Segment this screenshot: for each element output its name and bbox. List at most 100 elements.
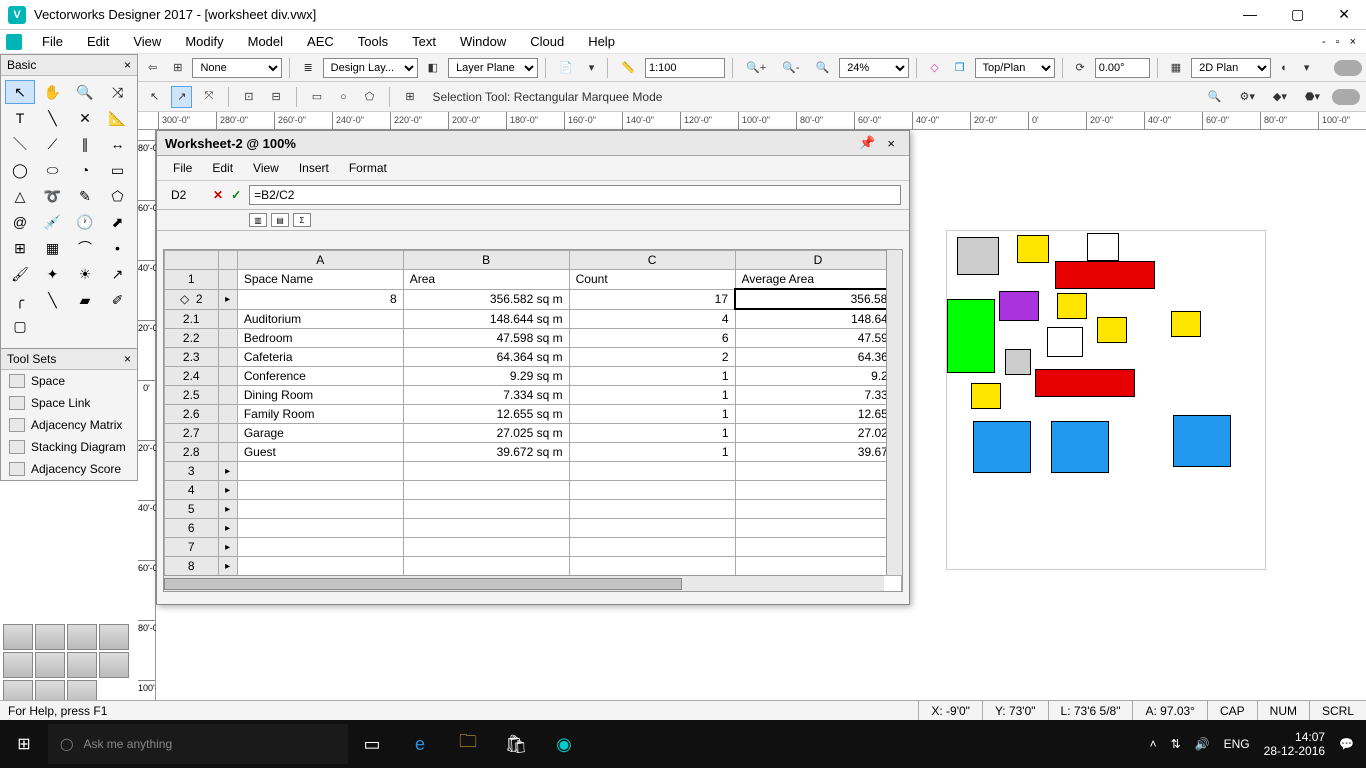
space-shape[interactable] xyxy=(973,421,1031,473)
cell[interactable]: 39.672 sq m xyxy=(403,443,569,462)
render-3-icon[interactable] xyxy=(67,624,97,650)
tray-lang[interactable]: ENG xyxy=(1224,737,1250,751)
row-header[interactable]: 2.3 xyxy=(165,348,219,367)
ws-hscrollbar[interactable] xyxy=(164,575,884,591)
row-header[interactable]: 2.6 xyxy=(165,405,219,424)
fillet-tool-icon[interactable]: ╭ xyxy=(5,288,35,312)
cell[interactable]: Conference xyxy=(237,367,403,386)
expand-icon[interactable]: ▸ xyxy=(218,289,237,309)
toolset-stacking-diagram[interactable]: Stacking Diagram xyxy=(1,436,137,458)
expand-icon[interactable]: ▸ xyxy=(218,500,237,519)
col-header[interactable]: D xyxy=(735,251,901,270)
line2-tool-icon[interactable]: ＼ xyxy=(5,132,35,156)
cell[interactable]: 356.582 sq m xyxy=(403,289,569,309)
class-select[interactable]: None xyxy=(192,58,282,78)
search-tool-icon[interactable]: 🔍 xyxy=(1202,86,1228,108)
plane-icon[interactable]: ◧ xyxy=(422,57,444,79)
menu-text[interactable]: Text xyxy=(402,31,446,52)
cell[interactable]: Dining Room xyxy=(237,386,403,405)
mode-6-icon[interactable]: ▭ xyxy=(306,86,328,108)
grid-tool-icon[interactable]: ▦ xyxy=(38,236,68,260)
tray-network-icon[interactable]: ⇅ xyxy=(1171,737,1181,751)
clock-tool-icon[interactable]: 🕐 xyxy=(70,210,100,234)
zoom-select[interactable]: 24% xyxy=(839,58,909,78)
ellipse-tool-icon[interactable]: ⬭ xyxy=(38,158,68,182)
store-icon[interactable]: 🛍 xyxy=(492,720,540,768)
chamfer-tool-icon[interactable]: ╲ xyxy=(38,288,68,312)
toolset-space[interactable]: Space xyxy=(1,370,137,392)
mode-2-icon[interactable]: ↗ xyxy=(171,86,192,108)
tray-notifications-icon[interactable]: 💬 xyxy=(1339,737,1354,751)
cell[interactable]: 12.655 xyxy=(735,405,901,424)
expand-icon[interactable]: ▸ xyxy=(218,481,237,500)
freehand-tool-icon[interactable]: ✎ xyxy=(70,184,100,208)
menu-window[interactable]: Window xyxy=(450,31,516,52)
row-header[interactable]: 7 xyxy=(165,538,219,557)
mode-7-icon[interactable]: ○ xyxy=(334,86,353,108)
space-shape[interactable] xyxy=(1171,311,1201,337)
space-shape[interactable] xyxy=(1173,415,1231,467)
text-tool-icon[interactable]: T xyxy=(5,106,35,130)
cell[interactable]: 27.025 xyxy=(735,424,901,443)
row-header[interactable]: 2.5 xyxy=(165,386,219,405)
cursor2-tool-icon[interactable]: ⬈ xyxy=(103,210,133,234)
eyedropper-tool-icon[interactable]: 💉 xyxy=(38,210,68,234)
ws-menu-edit[interactable]: Edit xyxy=(204,159,241,177)
toggle-pill[interactable] xyxy=(1334,60,1362,76)
space-shape[interactable] xyxy=(1047,327,1083,357)
cell[interactable]: 2 xyxy=(569,348,735,367)
row-header[interactable]: ◇ 2 xyxy=(165,289,219,309)
menu-tools[interactable]: Tools xyxy=(348,31,398,52)
edge-icon[interactable]: e xyxy=(396,720,444,768)
toolset-adjacency-matrix[interactable]: Adjacency Matrix xyxy=(1,414,137,436)
angle-icon[interactable]: ⟳ xyxy=(1070,57,1091,79)
polygon-tool-icon[interactable]: ⬠ xyxy=(103,184,133,208)
measure-tool-icon[interactable]: 📐 xyxy=(103,106,133,130)
snap-button[interactable]: ⊞ xyxy=(167,57,188,79)
expand-icon[interactable]: ▸ xyxy=(218,462,237,481)
worksheet-grid[interactable]: ABCD1Space NameAreaCountAverage Area◇ 2▸… xyxy=(163,249,903,592)
basic-palette-close-icon[interactable]: × xyxy=(124,58,131,72)
mode-3-icon[interactable]: ⤧ xyxy=(198,86,219,108)
flyover-tool-icon[interactable]: ⤨ xyxy=(103,80,133,104)
cell[interactable]: 1 xyxy=(569,386,735,405)
ws-vscrollbar[interactable] xyxy=(886,250,902,575)
formula-input[interactable] xyxy=(249,185,901,205)
col-header[interactable]: B xyxy=(403,251,569,270)
row-header[interactable]: 1 xyxy=(165,270,219,290)
mode-4-icon[interactable]: ⊡ xyxy=(238,86,259,108)
shade-btn[interactable]: ⬣▾ xyxy=(1299,86,1326,108)
circle-tool-icon[interactable]: ◯ xyxy=(5,158,35,182)
render-8-icon[interactable] xyxy=(99,652,129,678)
menu-edit[interactable]: Edit xyxy=(77,31,119,52)
maximize-button[interactable]: ▢ xyxy=(1283,6,1312,23)
proj-icon[interactable]: ▦ xyxy=(1165,57,1187,79)
triangle-tool-icon[interactable]: △ xyxy=(5,184,35,208)
mdi-close-icon[interactable]: × xyxy=(1346,34,1360,50)
start-button[interactable]: ⊞ xyxy=(0,734,48,754)
row-header[interactable]: 2.4 xyxy=(165,367,219,386)
space-shape[interactable] xyxy=(971,383,1001,409)
wp-icon[interactable]: ◇ xyxy=(924,57,944,79)
cell[interactable]: 148.644 sq m xyxy=(403,309,569,329)
worksheet-close-icon[interactable]: × xyxy=(881,136,901,151)
cell[interactable]: 9.29 xyxy=(735,367,901,386)
task-view-icon[interactable]: ▭ xyxy=(348,720,396,768)
expand-icon[interactable]: ▸ xyxy=(218,557,237,576)
menu-help[interactable]: Help xyxy=(578,31,625,52)
cell[interactable]: Garage xyxy=(237,424,403,443)
angle-input[interactable] xyxy=(1095,58,1150,78)
cell[interactable]: 64.364 xyxy=(735,348,901,367)
ws-menu-format[interactable]: Format xyxy=(341,159,395,177)
back-button[interactable]: ⇦ xyxy=(142,57,163,79)
ws-menu-file[interactable]: File xyxy=(165,159,200,177)
eraser-tool-icon[interactable]: ▰ xyxy=(70,288,100,312)
menu-modify[interactable]: Modify xyxy=(175,31,233,52)
render-2-icon[interactable] xyxy=(35,624,65,650)
row-header[interactable]: 2.2 xyxy=(165,329,219,348)
mdi-restore-icon[interactable]: ▫ xyxy=(1332,34,1344,50)
cortana-search[interactable]: ◯ Ask me anything xyxy=(48,724,348,764)
ws-chart1-icon[interactable]: ▥ xyxy=(249,213,267,227)
line-tool-icon[interactable]: ╲ xyxy=(38,106,68,130)
row-header[interactable]: 2.8 xyxy=(165,443,219,462)
